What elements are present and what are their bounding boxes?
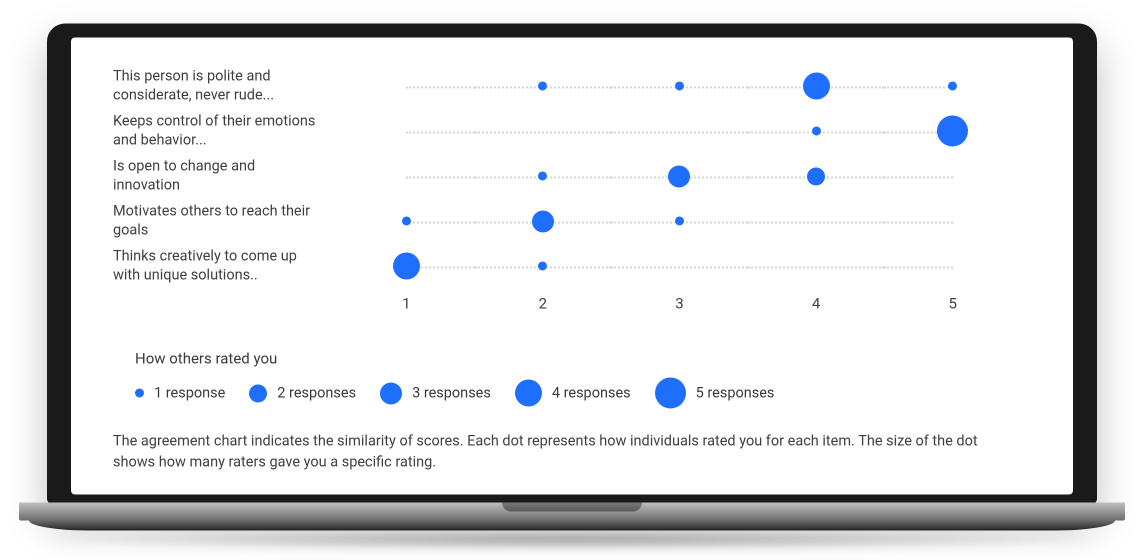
- chart-cell: [475, 198, 612, 243]
- laptop-bezel: This person is polite and considerate, n…: [47, 23, 1097, 504]
- legend-dot: [249, 384, 267, 402]
- legend-dot: [655, 377, 686, 408]
- chart-row-label: Thinks creatively to come up with unique…: [113, 248, 338, 284]
- chart-description: The agreement chart indicates the simila…: [113, 430, 993, 472]
- chart-cell: [338, 108, 475, 153]
- chart-cell: [884, 63, 1021, 108]
- chart-cell: [884, 108, 1021, 153]
- legend-item: 2 responses: [249, 384, 356, 402]
- laptop-base: [47, 503, 1097, 537]
- chart-dot: [675, 81, 684, 90]
- chart-cell: [475, 63, 612, 108]
- x-tick-label: 4: [748, 294, 885, 328]
- legend-item: 1 response: [135, 384, 225, 401]
- legend-label: 2 responses: [277, 384, 356, 401]
- chart-cell: [748, 153, 885, 198]
- chart-cell: [884, 243, 1021, 288]
- agreement-chart: This person is polite and considerate, n…: [113, 63, 1021, 333]
- chart-cell: [884, 198, 1021, 243]
- chart-cell: [611, 153, 748, 198]
- chart-row-label: Keeps control of their emotions and beha…: [113, 113, 338, 149]
- chart-dot: [675, 216, 684, 225]
- chart-dot: [538, 171, 547, 180]
- legend-item: 4 responses: [515, 379, 631, 406]
- chart-dot: [402, 216, 411, 225]
- chart-cell: [475, 153, 612, 198]
- chart-dot: [393, 252, 420, 279]
- chart-cell: [611, 198, 748, 243]
- screen-content: This person is polite and considerate, n…: [71, 37, 1073, 494]
- legend-title: How others rated you: [135, 349, 1021, 367]
- chart-cell: [884, 153, 1021, 198]
- legend-label: 5 responses: [696, 384, 775, 401]
- chart-cell: [611, 108, 748, 153]
- chart-dot: [807, 167, 825, 185]
- chart-dot: [948, 81, 957, 90]
- legend-item: 3 responses: [380, 382, 491, 404]
- axis-spacer: [113, 294, 338, 328]
- chart-cell: [338, 243, 475, 288]
- chart-cell: [748, 243, 885, 288]
- x-tick-label: 3: [611, 294, 748, 328]
- chart-dot: [803, 72, 830, 99]
- chart-cell: [611, 243, 748, 288]
- legend: 1 response 2 responses 3 responses 4 respon…: [135, 377, 1021, 408]
- x-tick-label: 1: [338, 294, 475, 328]
- legend-dot: [135, 388, 144, 397]
- chart-dot: [668, 165, 690, 187]
- x-tick-label: 2: [475, 294, 612, 328]
- chart-cell: [611, 63, 748, 108]
- chart-cell: [475, 243, 612, 288]
- chart-cell: [475, 108, 612, 153]
- chart-cell: [748, 108, 885, 153]
- chart-cell: [338, 63, 475, 108]
- x-tick-label: 5: [884, 294, 1021, 328]
- chart-dot: [937, 115, 968, 146]
- legend-dot: [515, 379, 542, 406]
- legend-dot: [380, 382, 402, 404]
- legend-label: 4 responses: [552, 384, 631, 401]
- chart-cell: [338, 198, 475, 243]
- chart-dot: [538, 81, 547, 90]
- chart-cell: [338, 153, 475, 198]
- chart-dot: [812, 126, 821, 135]
- laptop-mockup: This person is polite and considerate, n…: [47, 23, 1097, 536]
- legend-label: 3 responses: [412, 384, 491, 401]
- chart-row-label: This person is polite and considerate, n…: [113, 68, 338, 104]
- chart-dot: [532, 210, 554, 232]
- chart-cell: [748, 198, 885, 243]
- chart-dot: [538, 261, 547, 270]
- legend-label: 1 response: [154, 384, 225, 401]
- chart-row-label: Motivates others to reach their goals: [113, 203, 338, 239]
- chart-row-label: Is open to change and innovation: [113, 158, 338, 194]
- legend-item: 5 responses: [655, 377, 775, 408]
- chart-cell: [748, 63, 885, 108]
